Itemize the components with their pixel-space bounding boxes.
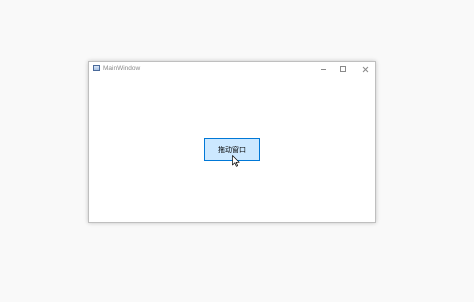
title-bar[interactable]: MainWindow [89, 62, 375, 76]
main-window[interactable]: MainWindow 拖动窗口 [88, 61, 376, 223]
close-icon [362, 66, 368, 72]
minimize-icon [320, 68, 326, 70]
mouse-pointer-icon [232, 155, 240, 167]
minimize-button[interactable] [313, 62, 333, 76]
maximize-button[interactable] [333, 62, 353, 76]
close-button[interactable] [355, 62, 375, 76]
window-title: MainWindow [103, 65, 141, 72]
app-window-icon [93, 65, 100, 71]
maximize-icon [340, 66, 346, 72]
